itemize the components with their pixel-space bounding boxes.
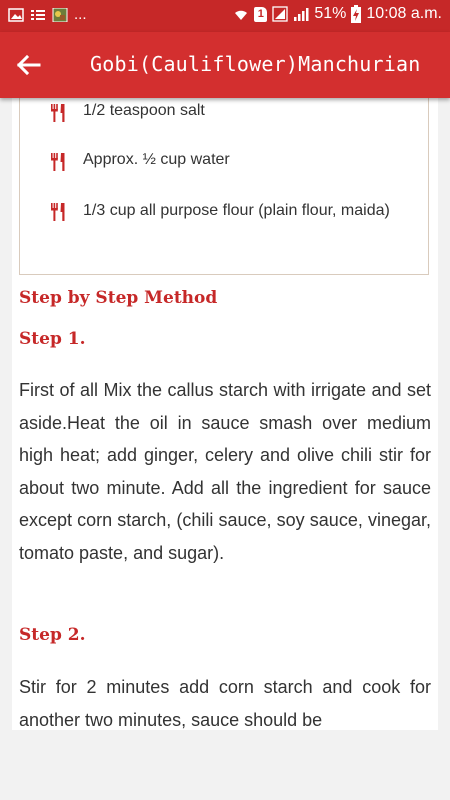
step-text: Stir for 2 minutes add corn starch and c… — [19, 677, 431, 730]
list-notification-icon — [31, 9, 45, 20]
page-title: Gobi(Cauliflower)Manchurian — [90, 52, 421, 76]
back-button[interactable] — [12, 49, 44, 81]
sim-icon: 1 — [254, 6, 268, 22]
status-system: 1 51% 10:08 a.m. — [233, 5, 442, 23]
arrow-back-icon — [16, 54, 41, 76]
fork-knife-icon — [51, 153, 65, 171]
step-text: First of all Mix the callus starch with … — [19, 380, 431, 563]
method-heading: Step by Step Method — [19, 288, 218, 308]
battery-charging-icon — [351, 5, 362, 23]
signal-boxed-icon — [272, 6, 289, 22]
step-title: Step 1. — [19, 329, 86, 349]
app-bar: Gobi(Cauliflower)Manchurian — [0, 32, 450, 98]
ingredient-item: Approx. ½ cup water — [83, 151, 230, 168]
clock: 10:08 a.m. — [366, 5, 442, 22]
recipe-content[interactable]: 1/2 teaspoon salt Approx. ½ cup water 1/… — [12, 98, 438, 730]
ingredient-item: 1/2 teaspoon salt — [83, 102, 205, 119]
ingredient-list: 1/2 teaspoon salt Approx. ½ cup water 1/… — [19, 98, 429, 275]
ingredient-item: 1/3 cup all purpose flour (plain flour, … — [83, 202, 390, 219]
image-notification-icon — [8, 7, 24, 22]
battery-percent: 51% — [314, 5, 347, 22]
step-title: Step 2. — [19, 625, 86, 645]
status-bar: ... 1 51% 10:08 a.m. — [0, 0, 450, 32]
wifi-icon — [235, 10, 248, 20]
more-notifications-indicator: ... — [74, 6, 87, 23]
app-notification-icon — [52, 7, 68, 22]
fork-knife-icon — [51, 104, 65, 122]
cell-signal-icon — [294, 8, 309, 21]
status-notifications: ... — [8, 6, 87, 23]
